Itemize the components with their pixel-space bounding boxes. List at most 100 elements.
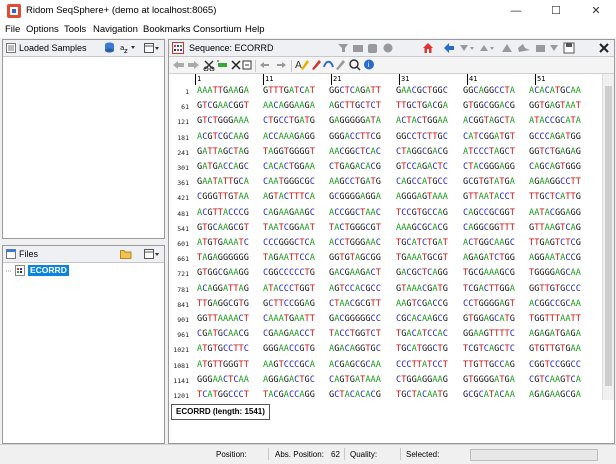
- base-group: TTGAGTCTCG: [529, 238, 581, 248]
- sort-icon[interactable]: a z: [120, 42, 136, 53]
- menu-tools[interactable]: Tools: [64, 24, 86, 35]
- database-icon[interactable]: [104, 42, 115, 53]
- base-group: CACACTGGAA: [263, 162, 315, 172]
- base-group: ATACCGCATA: [529, 116, 581, 127]
- base-group: CAAATGAATT: [263, 314, 315, 324]
- base-group: GGGACCTTCG: [329, 131, 381, 142]
- position-ruler: 1 11 21 31 41 51: [195, 74, 602, 86]
- base-group: ACGTCGCAAG: [197, 131, 249, 142]
- base-group: GAACGCTGGC: [396, 86, 448, 96]
- ruler-label: 1: [197, 75, 202, 83]
- menu-consortium[interactable]: Consortium: [193, 24, 242, 35]
- vertical-scrollbar[interactable]: [602, 74, 614, 400]
- row-position-number: 61: [181, 103, 189, 112]
- base-group: TGCATGGCTG: [396, 344, 448, 355]
- maximize-button[interactable]: ☐: [536, 0, 576, 22]
- base-group: GTGGAGCATG: [463, 314, 515, 324]
- base-group: ATGTGCCTTC: [197, 344, 249, 355]
- base-group: AAGTCCCGCA: [263, 359, 315, 370]
- undo-redo-icon[interactable]: [172, 59, 202, 71]
- row-position-number: 241: [177, 148, 189, 157]
- shift-arrows-icon[interactable]: [259, 59, 289, 71]
- base-group: GAATATTGCA: [197, 177, 249, 188]
- title-bar: Ridom SeqSphere+ (demo at localhost:8065…: [0, 0, 616, 23]
- home-icon[interactable]: [422, 42, 434, 54]
- sequence-tab[interactable]: ECORRD (length: 1541): [171, 404, 270, 420]
- pane-menu-icon[interactable]: [144, 43, 160, 53]
- svg-text:i: i: [368, 61, 370, 69]
- ruler-label: 51: [537, 75, 546, 83]
- annotation-tools-icon[interactable]: [337, 42, 423, 54]
- files-title: Files: [19, 249, 39, 259]
- highlight-tools-icon[interactable]: A i: [295, 58, 377, 71]
- base-group: TGGTTTAATT: [529, 314, 581, 324]
- base-group: TTGCTGACGA: [396, 101, 448, 112]
- base-group: ACCTGGGAAC: [329, 238, 381, 248]
- base-group: CCCTTATCCT: [396, 359, 448, 370]
- base-group: AGCTTGCTCT: [329, 101, 381, 112]
- base-group: ATGTTGGGTT: [197, 359, 249, 370]
- menu-navigation[interactable]: Navigation: [93, 24, 138, 35]
- edit-tools-icon[interactable]: [203, 59, 253, 71]
- scrollbar-thumb[interactable]: [605, 86, 612, 386]
- base-group: GGTTGTGCCC: [529, 283, 581, 294]
- sequence-header: Sequence: ECORRD: [169, 40, 614, 57]
- folder-open-icon[interactable]: [120, 249, 132, 259]
- base-group: CTAGGCGACG: [396, 146, 448, 157]
- sequence-view[interactable]: 1 11 21 31 41 51 1 AAATTGAAGA GTTTGATCAT GG…: [169, 74, 602, 400]
- base-group: TACGACCAGG: [263, 390, 315, 400]
- sequence-title: Sequence: ECORRD: [189, 43, 274, 53]
- base-group: GTTAATACCT: [463, 192, 515, 203]
- base-group: GTTAAGTCAG: [529, 222, 581, 233]
- back-icon[interactable]: [443, 42, 455, 54]
- base-group: CAGCAGTGGG: [529, 162, 581, 172]
- base-group: TTGTTGCCAG: [463, 359, 515, 370]
- base-group: GCGCATACAA: [463, 390, 515, 400]
- minimize-button[interactable]: —: [496, 0, 536, 22]
- sequence-window-icon: [172, 42, 184, 54]
- progress-bar: [470, 449, 598, 461]
- sequence-tab-label: ECORRD (length: 1541): [176, 407, 265, 416]
- toolbar-separator: [291, 60, 292, 72]
- base-group: AGGGAGTAAA: [396, 192, 448, 203]
- files-header: Files: [3, 246, 164, 263]
- row-position-number: 541: [177, 224, 189, 233]
- toolbar-separator: [255, 60, 256, 72]
- menu-help[interactable]: Help: [245, 24, 265, 35]
- base-group: GTTTGATCAT: [263, 86, 315, 96]
- row-position-number: 1: [185, 88, 189, 96]
- close-window-button[interactable]: ✕: [576, 0, 616, 22]
- base-group: GCTACACACG: [329, 390, 381, 400]
- menu-options[interactable]: Options: [26, 24, 59, 35]
- base-group: GATTAGCTAG: [197, 146, 249, 157]
- menu-bookmarks[interactable]: Bookmarks: [143, 24, 191, 35]
- base-group: GGAAGTTTTC: [463, 329, 515, 340]
- svg-text:z: z: [124, 47, 128, 53]
- base-group: CAATGGGCGC: [263, 177, 315, 188]
- ruler-label: 11: [265, 75, 274, 83]
- status-separator: [344, 448, 345, 460]
- position-label: Position:: [216, 450, 247, 459]
- base-group: GAGGGGGATA: [329, 116, 381, 127]
- base-group: GACGGGGGCC: [329, 314, 381, 324]
- base-group: TAGAATTCCA: [263, 253, 315, 264]
- files-menu-icon[interactable]: [144, 249, 160, 259]
- base-group: CTGCCTGATG: [263, 116, 315, 127]
- base-group: ACACATGCAA: [529, 86, 581, 96]
- base-group: GGTGTAGCGG: [329, 253, 381, 264]
- base-group: AGGAATACCG: [529, 253, 581, 264]
- base-group: ACTACTGGAA: [396, 116, 448, 127]
- base-group: CGGGTTGTAA: [197, 192, 249, 203]
- row-position-number: 961: [177, 331, 189, 340]
- navigation-tools-icon[interactable]: [459, 42, 577, 54]
- base-group: TTGAGGCGTG: [197, 298, 249, 309]
- window-title: Ridom SeqSphere+ (demo at localhost:8065…: [26, 5, 217, 16]
- menu-file[interactable]: File: [5, 24, 20, 35]
- tree-item-ecorrd[interactable]: ECORRD: [28, 265, 69, 276]
- base-group: AGAGATCTGG: [463, 253, 515, 264]
- base-group: CAGGCGGTTT: [463, 222, 515, 233]
- samples-icon: [6, 43, 16, 53]
- close-pane-icon[interactable]: [599, 43, 609, 53]
- menu-bar: File Options Tools Navigation Bookmarks …: [0, 22, 616, 38]
- base-group: ATACCCTGGT: [263, 283, 315, 294]
